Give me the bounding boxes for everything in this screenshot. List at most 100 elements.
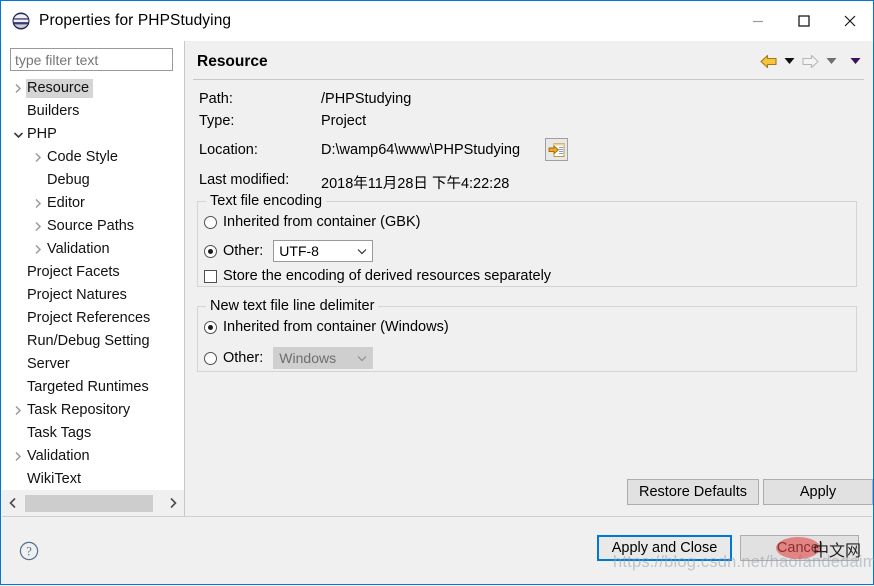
property-value: /PHPStudying [321,91,412,107]
svg-text:?: ? [26,544,32,558]
chevron-right-icon[interactable] [30,244,46,255]
tree-item-validation[interactable]: Validation [2,445,184,468]
tree-item-wikitext[interactable]: WikiText [2,468,184,490]
tree-item-code-style[interactable]: Code Style [2,146,184,169]
property-label: Last modified: [199,172,290,188]
maximize-icon[interactable] [781,1,827,41]
settings-tree[interactable]: Resource Builders PHP Code Style Debug Editor… [2,77,184,490]
delimiter-other-radio-row[interactable]: Other: Windows [204,347,374,369]
back-arrow-icon[interactable] [756,51,780,71]
chevron-right-icon[interactable] [10,451,26,462]
delimiter-select-value: Windows [279,350,337,366]
tree-horizontal-scrollbar[interactable] [2,490,184,516]
radio-delimiter-inherited[interactable] [204,320,217,334]
checkbox-label: Store the encoding of derived resources … [223,268,552,284]
tree-item-targeted-runtimes[interactable]: Targeted Runtimes [2,376,184,399]
scrollbar-thumb[interactable] [25,494,153,512]
property-label: Type: [199,113,235,129]
eclipse-icon [12,12,30,30]
apply-button[interactable]: Apply [763,479,873,505]
encoding-select[interactable]: UTF-8 [273,240,374,262]
delimiter-inherited-radio-row[interactable]: Inherited from container (Windows) [204,319,449,335]
page-title: Resource [197,53,268,70]
tree-item-debug[interactable]: Debug [2,169,184,192]
property-label: Location: [199,142,258,158]
tree-item-project-facets[interactable]: Project Facets [2,261,184,284]
chevron-right-icon[interactable] [30,221,46,232]
close-icon[interactable] [827,1,873,41]
tree-item-label: Task Repository [27,402,131,418]
tree-item-source-paths[interactable]: Source Paths [2,215,184,238]
chevron-down-icon [352,355,372,362]
scroll-left-icon[interactable] [2,490,24,516]
group-legend: Text file encoding [206,193,327,209]
tree-item-label: Debug [47,172,90,188]
property-value: 2018年11月28日 下午4:22:28 [321,176,510,192]
delimiter-select: Windows [273,347,374,369]
restore-defaults-button[interactable]: Restore Defaults [627,479,759,505]
tree-item-label: WikiText [27,471,81,487]
tree-item-label: Code Style [47,149,118,165]
settings-tree-panel: Resource Builders PHP Code Style Debug Editor… [2,41,184,516]
radio-label: Other: [223,350,264,366]
radio-label: Other: [223,243,264,259]
encoding-inherited-radio-row[interactable]: Inherited from container (GBK) [204,214,420,230]
apply-and-close-button[interactable]: Apply and Close [597,535,732,561]
property-label: Path: [199,91,233,107]
chevron-right-icon[interactable] [30,198,46,209]
page-nav-toolbar [756,51,864,71]
tree-item-label: Project References [27,310,151,326]
tree-item-label: Builders [27,103,80,119]
forward-arrow-icon [798,51,822,71]
tree-item-editor[interactable]: Editor [2,192,184,215]
tree-item-resource[interactable]: Resource [2,77,184,100]
view-menu-dropdown-arrow-icon[interactable] [846,51,864,71]
encoding-other-radio-row[interactable]: Other: UTF-8 [204,240,374,262]
tree-item-label: Run/Debug Setting [27,333,150,349]
radio-encoding-inherited[interactable] [204,215,217,229]
tree-item-validation[interactable]: Validation [2,238,184,261]
tree-item-task-repository[interactable]: Task Repository [2,399,184,422]
radio-label: Inherited from container (GBK) [223,214,421,230]
minimize-icon[interactable] [735,1,781,41]
tree-item-label: Task Tags [27,425,92,441]
cancel-button[interactable]: Cancel [740,535,859,561]
properties-dialog: Properties for PHPStudying Resource Build… [0,0,874,585]
chevron-right-icon[interactable] [10,405,26,416]
tree-item-label: Project Facets [27,264,120,280]
help-icon[interactable]: ? [19,541,39,566]
scroll-right-icon[interactable] [162,490,184,516]
dialog-button-bar: ? Apply and Close Cancel [2,516,872,584]
filter-input[interactable] [10,48,173,71]
tree-item-label: Source Paths [47,218,135,234]
store-derived-checkbox-row[interactable]: Store the encoding of derived resources … [204,268,551,284]
forward-dropdown-arrow-icon [822,51,840,71]
tree-item-project-references[interactable]: Project References [2,307,184,330]
tree-item-project-natures[interactable]: Project Natures [2,284,184,307]
title-bar: Properties for PHPStudying [1,1,873,41]
line-delimiter-group: New text file line delimiter Inherited f… [197,298,857,372]
window-title: Properties for PHPStudying [39,12,232,29]
radio-label: Inherited from container (Windows) [223,319,449,335]
title-divider [193,79,864,80]
tree-item-server[interactable]: Server [2,353,184,376]
tree-item-label: Editor [47,195,85,211]
tree-item-run-debug-setting[interactable]: Run/Debug Setting [2,330,184,353]
property-value: Project [321,113,367,129]
property-value: D:\wamp64\www\PHPStudying [321,142,521,158]
text-file-encoding-group: Text file encoding Inherited from contai… [197,193,857,287]
radio-encoding-other[interactable] [204,244,217,258]
chevron-right-icon[interactable] [10,83,26,94]
chevron-right-icon[interactable] [30,152,46,163]
browse-location-icon[interactable] [545,138,568,161]
tree-item-php[interactable]: PHP [2,123,184,146]
tree-item-task-tags[interactable]: Task Tags [2,422,184,445]
radio-delimiter-other[interactable] [204,351,217,365]
back-dropdown-arrow-icon[interactable] [780,51,798,71]
chevron-down-icon[interactable] [10,130,26,140]
scrollbar-track[interactable] [24,494,162,512]
checkbox-store-derived[interactable] [204,269,217,283]
group-legend: New text file line delimiter [206,298,379,314]
tree-item-builders[interactable]: Builders [2,100,184,123]
tree-item-label: Validation [47,241,110,257]
